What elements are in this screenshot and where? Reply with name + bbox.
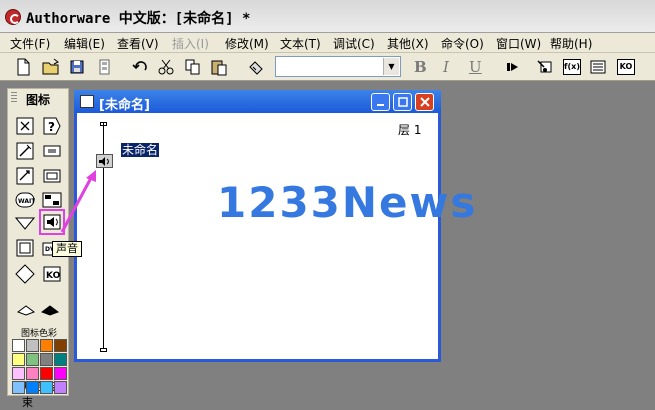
color-swatch[interactable] [12, 339, 25, 352]
menu-insert[interactable]: 插入(I) [172, 35, 209, 52]
menu-help[interactable]: 帮助(H) [550, 35, 592, 52]
color-swatch[interactable] [40, 353, 53, 366]
menu-bar: 文件(F) 编辑(E) 查看(V) 插入(I) 修改(M) 文本(T) 调试(C… [0, 33, 655, 53]
color-swatch[interactable] [26, 381, 39, 394]
flow-icon-label[interactable]: 未命名 [121, 143, 160, 157]
watermark-text: 1233News [217, 178, 478, 227]
design-window-title-bar[interactable]: [未命名] [74, 90, 441, 113]
display-icon[interactable] [14, 115, 36, 137]
end-flag-icon[interactable] [40, 304, 60, 316]
start-flag-icon[interactable] [16, 304, 36, 316]
close-button[interactable] [415, 93, 434, 111]
authorware-logo-icon [5, 9, 21, 25]
drag-arrow-icon [60, 170, 96, 233]
color-swatch[interactable] [40, 339, 53, 352]
restart-icon[interactable] [502, 56, 524, 78]
flowchart-window-icon [80, 95, 94, 108]
color-swatch[interactable] [26, 353, 39, 366]
grip-handle-icon[interactable] [11, 92, 17, 104]
knowledge-objects-button[interactable]: KO [617, 59, 635, 75]
svg-text:?: ? [48, 120, 55, 134]
open-icon[interactable] [40, 56, 62, 78]
color-swatch[interactable] [40, 367, 53, 380]
control-panel-icon[interactable] [533, 56, 555, 78]
menu-other[interactable]: 其他(X) [387, 35, 429, 52]
design-window-title: [未命名] [99, 98, 150, 113]
copy-icon[interactable] [182, 56, 204, 78]
close-icon [419, 97, 430, 107]
undo-icon[interactable] [129, 56, 151, 78]
icon-colors-label: 图标色彩 [21, 329, 58, 339]
minimize-button[interactable] [371, 93, 390, 111]
paste-icon[interactable] [208, 56, 230, 78]
erase-icon[interactable] [14, 140, 36, 162]
cut-icon[interactable] [155, 56, 177, 78]
svg-text:KO: KO [46, 271, 61, 281]
color-swatch[interactable] [12, 367, 25, 380]
menu-window[interactable]: 窗口(W) [496, 35, 541, 52]
app-title: Authorware 中文版：[未命名] * [26, 11, 251, 27]
palette-title-bar[interactable]: 图标 [8, 89, 68, 107]
color-swatch[interactable] [12, 353, 25, 366]
variables-icon[interactable] [587, 56, 609, 78]
menu-text[interactable]: 文本(T) [280, 35, 321, 52]
italic-button[interactable]: I [443, 58, 449, 76]
color-swatch[interactable] [54, 381, 67, 394]
save-all-icon[interactable] [67, 56, 89, 78]
chevron-down-icon[interactable]: ▼ [383, 58, 399, 75]
tooltip: 声音 [52, 241, 82, 257]
map-icon[interactable] [14, 237, 36, 259]
app-title-bar: Authorware 中文版：[未命名] * [0, 0, 655, 33]
toolbar: ▼ B I U f(x) KO [0, 53, 655, 81]
design-window: [未命名] 层 1 未命名 1233News [74, 90, 475, 362]
color-swatch[interactable] [12, 381, 25, 394]
motion-icon[interactable]: ? [41, 115, 63, 137]
find-icon[interactable] [245, 56, 267, 78]
video-icon[interactable] [14, 263, 36, 285]
bold-button[interactable]: B [414, 58, 427, 76]
svg-text:WAIT: WAIT [18, 198, 35, 205]
menu-edit[interactable]: 编辑(E) [64, 35, 105, 52]
color-swatch[interactable] [26, 367, 39, 380]
color-swatch[interactable] [54, 367, 67, 380]
knowledge-object-icon[interactable]: KO [41, 263, 63, 285]
menu-commands[interactable]: 命令(O) [441, 35, 484, 52]
color-swatch[interactable] [26, 339, 39, 352]
menu-debug[interactable]: 调试(C) [333, 35, 375, 52]
palette-title: 图标 [26, 93, 51, 107]
decision-icon[interactable]: WAIT [14, 189, 36, 211]
layer-label: 层 1 [398, 123, 422, 137]
maximize-icon [397, 97, 408, 107]
color-swatch[interactable] [54, 339, 67, 352]
menu-view[interactable]: 查看(V) [117, 35, 159, 52]
import-icon[interactable] [93, 56, 115, 78]
flowline-end-marker [100, 348, 107, 352]
color-swatch[interactable] [40, 381, 53, 394]
font-select[interactable]: ▼ [275, 56, 401, 77]
calculation-icon[interactable] [14, 212, 36, 234]
underline-button[interactable]: U [469, 58, 482, 76]
minimize-icon [376, 104, 384, 106]
menu-file[interactable]: 文件(F) [10, 35, 50, 52]
functions-button[interactable]: f(x) [563, 59, 581, 75]
color-swatch[interactable] [54, 353, 67, 366]
navigate-icon[interactable] [14, 165, 36, 187]
new-icon[interactable] [12, 56, 34, 78]
wait-icon[interactable] [41, 140, 63, 162]
menu-modify[interactable]: 修改(M) [225, 35, 269, 52]
maximize-button[interactable] [393, 93, 412, 111]
